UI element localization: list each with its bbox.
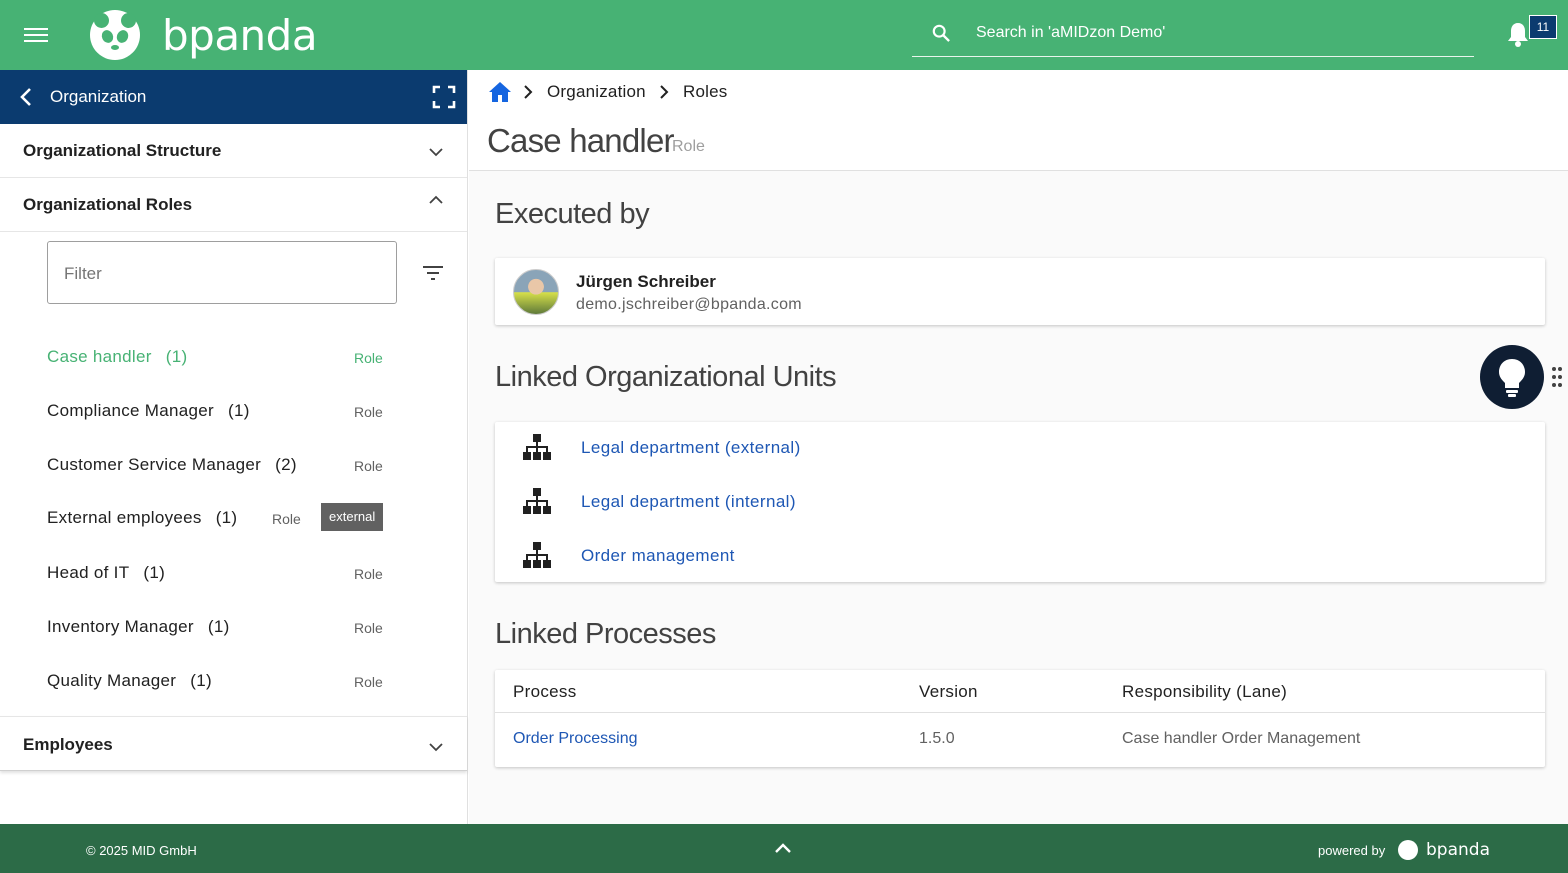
role-type: Role [354,566,383,582]
lightbulb-icon [1499,359,1525,397]
breadcrumb-organization[interactable]: Organization [547,82,646,102]
role-name: Compliance Manager (1) [47,401,250,420]
section-organizational-structure[interactable]: Organizational Structure [0,124,467,178]
role-item-head-of-it[interactable]: Head of IT (1) Role [0,553,466,593]
global-search[interactable] [912,12,1474,57]
role-type: Role [354,674,383,690]
linked-processes-table: Process Version Responsibility (Lane) Or… [495,670,1545,767]
role-name: Customer Service Manager (2) [47,455,297,474]
search-icon[interactable] [932,24,950,42]
sidebar: Organization Organizational Structure Or… [0,70,468,824]
org-chart-icon [523,434,551,460]
list-item[interactable]: Order management [495,530,1545,584]
role-item-customer-service-manager[interactable]: Customer Service Manager (2) Role [0,445,466,485]
list-item[interactable]: Legal department (internal) [495,476,1545,530]
panda-logo-icon [90,10,140,60]
executed-by-heading: Executed by [495,198,650,230]
notification-count-badge[interactable]: 11 [1529,15,1557,39]
role-type: Role [354,350,383,366]
breadcrumb-chevron-icon [524,85,533,99]
org-chart-icon [523,488,551,514]
process-lane: Case handler Order Management [1122,730,1361,747]
top-bar: bpanda 11 [0,0,1568,70]
column-header-responsibility[interactable]: Responsibility (Lane) [1122,682,1287,702]
table-header: Process Version Responsibility (Lane) [495,670,1545,713]
role-item-external-employees[interactable]: External employees (1) Role external [0,498,466,538]
section-label: Organizational Structure [23,141,222,160]
person-email: demo.jschreiber@bpanda.com [576,296,802,313]
role-name: Case handler (1) [47,347,188,366]
menu-icon[interactable] [24,24,48,44]
chevron-down-icon [429,148,443,157]
avatar[interactable] [513,269,559,315]
panda-logo-icon [1398,840,1418,860]
breadcrumb-chevron-icon [660,85,669,99]
tips-lightbulb-button[interactable] [1480,345,1544,409]
role-name: Head of IT (1) [47,563,166,582]
fullscreen-icon[interactable] [432,85,456,109]
process-version: 1.5.0 [919,730,955,747]
role-name: Inventory Manager (1) [47,617,230,636]
search-input[interactable] [976,20,1456,46]
main-content: Organization Roles Case handler Role Exe… [469,70,1568,824]
copyright-text: © 2025 MID GmbH [86,843,197,858]
section-organizational-roles[interactable]: Organizational Roles [0,178,467,232]
drag-handle-icon[interactable] [1551,366,1563,388]
role-name: External employees (1) [47,508,238,527]
column-header-version[interactable]: Version [919,682,978,702]
sidebar-header: Organization [0,70,467,124]
unit-link[interactable]: Legal department (internal) [581,492,796,512]
external-tag-badge: external [321,503,384,531]
role-item-case-handler[interactable]: Case handler (1) Role [0,337,466,377]
role-item-inventory-manager[interactable]: Inventory Manager (1) Role [0,607,466,647]
section-label: Organizational Roles [23,195,193,214]
role-item-compliance-manager[interactable]: Compliance Manager (1) Role [0,391,466,431]
powered-by-text: powered by [1318,843,1386,858]
back-chevron-icon[interactable] [16,86,38,108]
section-label: Employees [23,735,113,754]
sidebar-title: Organization [50,87,147,106]
role-type: Role [354,620,383,636]
process-link[interactable]: Order Processing [513,730,638,748]
chevron-up-icon[interactable] [774,842,792,854]
page-subtitle: Role [672,138,705,155]
filter-list-icon[interactable] [422,264,444,282]
section-employees[interactable]: Employees [0,716,467,771]
role-item-quality-manager[interactable]: Quality Manager (1) Role [0,661,466,701]
executed-by-card: Jürgen Schreiber demo.jschreiber@bpanda.… [495,258,1545,325]
column-header-process[interactable]: Process [513,682,577,702]
home-icon[interactable] [488,81,512,103]
notifications-bell-icon[interactable] [1506,20,1530,48]
linked-processes-heading: Linked Processes [495,618,716,650]
filter-input[interactable] [64,262,384,286]
person-name[interactable]: Jürgen Schreiber [576,272,716,292]
page-title: Case handler [487,122,675,159]
role-type: Role [354,404,383,420]
logo-text: bpanda [162,10,318,60]
chevron-down-icon [429,743,443,752]
unit-link[interactable]: Legal department (external) [581,438,801,458]
role-name: Quality Manager (1) [47,671,212,690]
role-type: Role [272,511,301,527]
footer-logo-text: bpanda [1426,840,1490,860]
page-header: Organization Roles Case handler Role [469,70,1568,171]
org-chart-icon [523,542,551,568]
filter-field[interactable] [47,241,397,304]
footer: © 2025 MID GmbH powered by bpanda [0,824,1568,873]
linked-units-card: Legal department (external) Legal depart… [495,422,1545,582]
app-logo[interactable]: bpanda [90,10,318,60]
linked-units-heading: Linked Organizational Units [495,361,837,393]
chevron-up-icon [429,195,443,204]
breadcrumb-roles[interactable]: Roles [683,82,727,102]
unit-link[interactable]: Order management [581,546,735,566]
role-type: Role [354,458,383,474]
list-item[interactable]: Legal department (external) [495,422,1545,476]
